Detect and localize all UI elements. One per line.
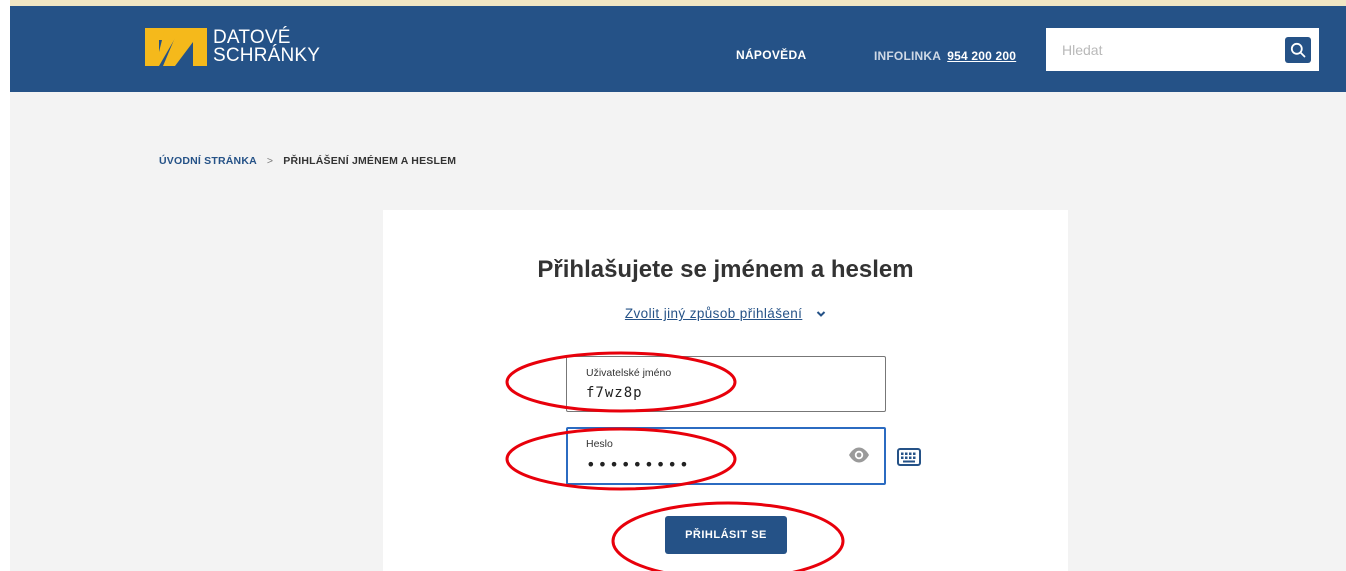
breadcrumb-separator: > — [266, 155, 274, 167]
password-input[interactable] — [586, 454, 816, 474]
login-card: Přihlašujete se jménem a heslem Zvolit j… — [383, 210, 1068, 571]
site-logo[interactable]: DATOVÉ SCHRÁNKY — [145, 28, 320, 66]
password-field[interactable]: Heslo — [566, 427, 886, 485]
logo-text: DATOVÉ SCHRÁNKY — [213, 28, 321, 66]
site-header: DATOVÉ SCHRÁNKY NÁPOVĚDA INFOLINKA 954 2… — [10, 6, 1346, 92]
login-button[interactable]: PŘIHLÁSIT SE — [665, 516, 787, 554]
search-icon — [1290, 42, 1306, 57]
username-label: Uživatelské jméno — [586, 367, 672, 379]
username-field[interactable]: Uživatelské jméno — [566, 356, 886, 412]
username-input[interactable] — [586, 383, 816, 403]
title-regular: Přihlašujete se — [537, 256, 714, 283]
infoline: INFOLINKA 954 200 200 — [874, 49, 1016, 63]
chevron-down-icon — [816, 311, 826, 318]
logo-line-2: SCHRÁNKY — [213, 45, 321, 66]
title-bold: jménem a heslem — [713, 256, 914, 283]
alt-login-link[interactable]: Zvolit jiný způsob přihlášení — [625, 306, 802, 321]
virtual-keyboard-icon[interactable] — [897, 448, 921, 466]
alt-login-toggle[interactable]: Zvolit jiný způsob přihlášení — [383, 306, 1068, 321]
datove-schranky-logo-icon — [145, 28, 207, 66]
infoline-phone-link[interactable]: 954 200 200 — [947, 49, 1016, 63]
search-box — [1046, 28, 1319, 71]
breadcrumb-home-link[interactable]: ÚVODNÍ STRÁNKA — [159, 155, 257, 167]
breadcrumb-current: PŘIHLÁŠENÍ JMÉNEM A HESLEM — [283, 155, 457, 167]
search-button[interactable] — [1285, 36, 1311, 63]
search-input[interactable] — [1046, 28, 1285, 71]
infoline-label: INFOLINKA — [874, 49, 941, 63]
nav-help-link[interactable]: NÁPOVĚDA — [736, 48, 806, 62]
show-password-eye-icon[interactable] — [848, 446, 870, 464]
page-title: Přihlašujete se jménem a heslem — [383, 256, 1068, 284]
breadcrumb: ÚVODNÍ STRÁNKA > PŘIHLÁŠENÍ JMÉNEM A HES… — [159, 155, 456, 167]
password-label: Heslo — [586, 438, 613, 450]
